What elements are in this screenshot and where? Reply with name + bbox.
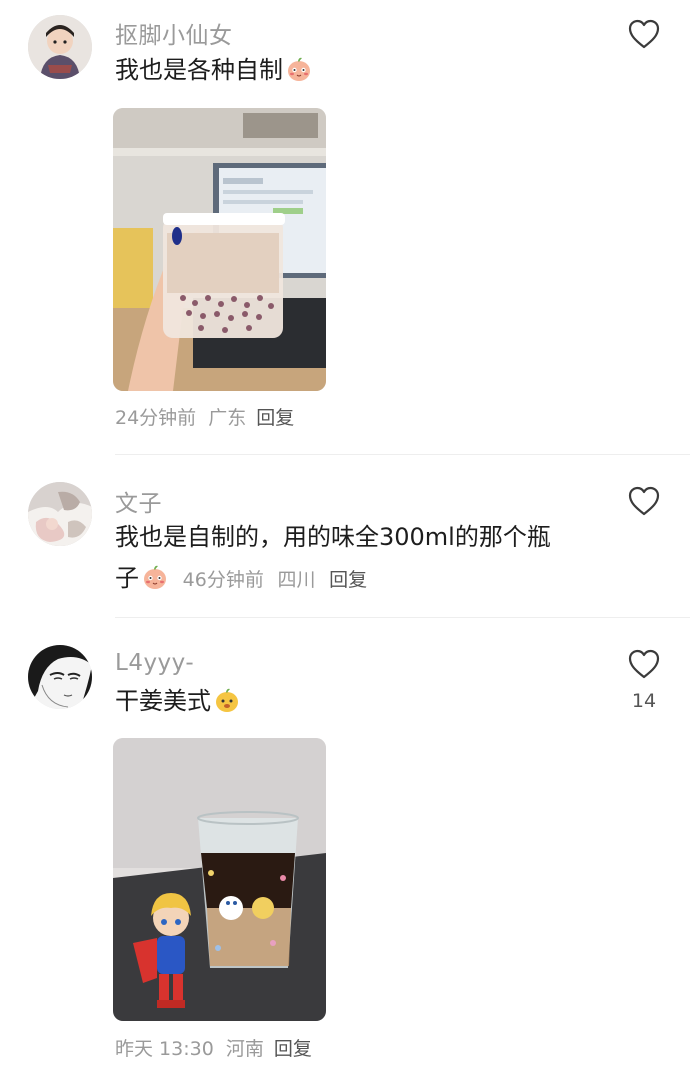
comment-meta: 24分钟前 广东 回复 [115,403,294,430]
comment-meta: 昨天 13:30 河南 回复 [115,1034,312,1061]
like-button[interactable]: 14 [626,648,662,712]
reply-button[interactable]: 回复 [256,407,294,429]
comment-text: 我也是各种自制 [115,50,313,91]
username[interactable]: 文子 [115,484,162,518]
username[interactable]: L4yyy- [115,650,194,676]
avatar[interactable] [28,15,92,79]
peach-blush-emoji-icon [144,565,166,589]
comment-text-content: 我也是各种自制 [115,56,283,84]
reply-button[interactable]: 回复 [274,1038,312,1060]
comment-text-line: 我也是自制的，用的味全300ml的那个瓶 [115,523,551,551]
avatar[interactable] [28,645,92,709]
reply-button[interactable]: 回复 [329,569,367,591]
heart-outline-icon [628,486,660,516]
comment-text-line: 子 [115,564,139,592]
comment-location: 河南 [225,1038,264,1060]
yellow-face-emoji-icon [216,688,238,712]
avatar[interactable] [28,482,92,546]
comment-time: 24分钟前 [115,407,197,429]
username[interactable]: 抠脚小仙女 [115,16,233,50]
like-button[interactable] [626,18,662,60]
comment-text: 子 46分钟前 四川 回复 [115,558,367,601]
comment-location: 四川 [277,569,316,591]
comment-photo[interactable] [113,738,326,1021]
heart-outline-icon [628,19,660,49]
heart-outline-icon [628,649,660,679]
comment-time: 昨天 13:30 [115,1038,214,1060]
peach-blush-emoji-icon [288,57,310,81]
comment-photo[interactable] [113,108,326,391]
comment-time: 46分钟前 [182,569,264,591]
comment-text: 干姜美式 [115,681,241,722]
like-button[interactable] [626,485,662,527]
divider [115,454,690,455]
comment-location: 广东 [208,407,247,429]
comment-text-content: 干姜美式 [115,687,211,715]
like-count: 14 [631,690,657,712]
divider [115,617,690,618]
comment-text: 我也是自制的，用的味全300ml的那个瓶 [115,517,551,558]
